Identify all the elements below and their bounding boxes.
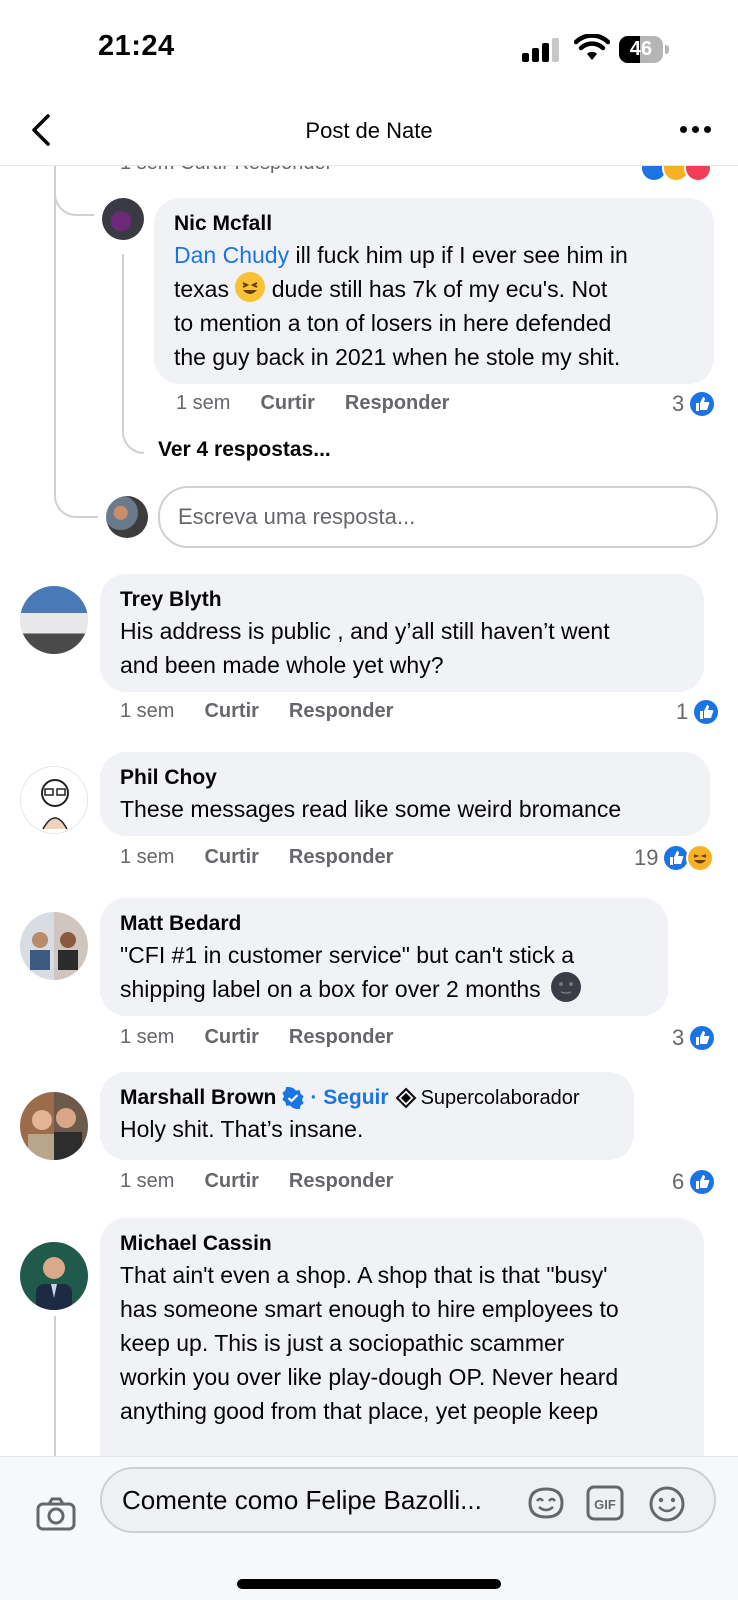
comment-bubble: Marshall Brown · Seguir Supercolaborador…	[100, 1072, 634, 1160]
top-fan-badge: Supercolaborador	[394, 1084, 580, 1112]
reply-button[interactable]: Responder	[289, 846, 393, 869]
thread-line	[54, 166, 98, 518]
like-button[interactable]: Curtir	[204, 1170, 258, 1193]
like-icon	[692, 698, 721, 726]
reaction-summary[interactable]: 1	[676, 698, 721, 726]
status-time: 21:24	[98, 30, 175, 62]
like-button[interactable]: Curtir	[204, 846, 258, 869]
reaction-summary[interactable]: 6	[672, 1168, 717, 1196]
gif-button[interactable]: GIF	[586, 1485, 624, 1526]
reaction-count: 1	[676, 699, 689, 724]
battery-level: 46	[629, 38, 653, 60]
comment-author[interactable]: Trey Blyth	[120, 586, 684, 614]
reaction-summary[interactable]: 19	[634, 844, 715, 872]
comment-text: That ain't even a shop. A shop that is t…	[120, 1262, 619, 1424]
comment-text: Dan Chudy ill fuck him up if I ever see …	[174, 242, 628, 370]
avatar-sticker-icon	[528, 1487, 564, 1519]
avatar[interactable]	[20, 912, 88, 980]
comments-feed[interactable]: 1 sem Curtir Responder Nic Mcfall Dan Ch…	[0, 166, 738, 1456]
comment-input[interactable]: Comente como Felipe Bazolli... GIF	[100, 1467, 716, 1533]
emoji-button[interactable]	[648, 1485, 686, 1528]
camera-icon	[36, 1497, 76, 1531]
new-moon-face-emoji-icon	[551, 972, 582, 1002]
home-indicator	[237, 1579, 501, 1589]
reply-input[interactable]: Escreva uma resposta...	[158, 486, 718, 548]
reply-button[interactable]: Responder	[289, 1170, 393, 1193]
comment-text: His address is public , and y’all still …	[120, 618, 610, 678]
reaction-count: 3	[672, 391, 685, 416]
thread-line	[54, 1316, 56, 1456]
partial-reactions	[640, 166, 720, 182]
comment-author[interactable]: Phil Choy	[120, 764, 690, 792]
avatar[interactable]	[20, 1092, 88, 1160]
comment-author[interactable]: Matt Bedard	[120, 910, 648, 938]
comment-composer: Comente como Felipe Bazolli... GIF	[0, 1456, 738, 1600]
avatar[interactable]	[20, 766, 88, 834]
comment-text: These messages read like some weird brom…	[120, 796, 622, 822]
like-button[interactable]: Curtir	[204, 700, 258, 723]
comment-time: 1 sem	[120, 1026, 175, 1048]
follow-button[interactable]: · Seguir	[310, 1084, 388, 1112]
like-icon	[688, 1168, 717, 1196]
reaction-summary[interactable]: 3	[672, 390, 717, 418]
more-options-button[interactable]	[678, 126, 714, 136]
like-button[interactable]: Curtir	[260, 392, 314, 415]
reaction-count: 6	[672, 1169, 685, 1194]
comment-time: 1 sem	[120, 700, 175, 722]
thread-line	[122, 254, 144, 454]
comment-text: "CFI #1 in customer service" but can't s…	[120, 938, 648, 1006]
reply-button[interactable]: Responder	[345, 392, 449, 415]
comment-author[interactable]: Nic Mcfall	[174, 210, 694, 238]
comment-bubble: Trey Blyth His address is public , and y…	[100, 574, 704, 692]
gif-icon: GIF	[586, 1485, 624, 1521]
mention-link[interactable]: Dan Chudy	[174, 242, 289, 268]
comment-time: 1 sem	[176, 392, 231, 414]
haha-icon	[686, 844, 715, 872]
avatar[interactable]	[20, 1242, 88, 1310]
comment-time: 1 sem	[120, 846, 175, 868]
comment-bubble: Michael Cassin That ain't even a shop. A…	[100, 1218, 704, 1456]
avatar	[106, 496, 148, 538]
reply-bubble: Nic Mcfall Dan Chudy ill fuck him up if …	[154, 198, 714, 384]
comment-text: Holy shit. That’s insane.	[120, 1116, 364, 1142]
status-bar: 21:24 46	[0, 0, 738, 100]
comment-placeholder: Comente como Felipe Bazolli...	[122, 1485, 482, 1515]
reply-button[interactable]: Responder	[289, 700, 393, 723]
avatar[interactable]	[20, 586, 88, 654]
reply-button[interactable]: Responder	[289, 1026, 393, 1049]
reaction-summary[interactable]: 3	[672, 1024, 717, 1052]
reaction-count: 3	[672, 1025, 685, 1050]
comment-meta: 1 sem Curtir Responder	[120, 846, 393, 869]
like-button[interactable]: Curtir	[204, 1026, 258, 1049]
comment-bubble: Phil Choy These messages read like some …	[100, 752, 710, 836]
reaction-count: 19	[634, 845, 659, 870]
comment-author[interactable]: Marshall Brown	[120, 1084, 276, 1112]
comment-bubble: Matt Bedard "CFI #1 in customer service"…	[100, 898, 668, 1016]
comment-meta: 1 sem Curtir Responder	[120, 1026, 393, 1049]
view-replies-link[interactable]: Ver 4 respostas...	[158, 438, 331, 462]
comment-author-row: Marshall Brown · Seguir Supercolaborador	[120, 1084, 614, 1112]
comment-meta: 1 sem Curtir Responder	[176, 392, 449, 415]
verified-icon	[282, 1087, 304, 1109]
comment-meta: 1 sem Curtir Responder	[120, 1170, 393, 1193]
battery-icon: 46	[619, 36, 669, 63]
avatar[interactable]	[102, 198, 144, 240]
supercollaborator-icon	[395, 1087, 416, 1109]
emoji-icon	[649, 1486, 685, 1522]
svg-text:GIF: GIF	[594, 1497, 616, 1512]
signal-icon	[522, 38, 562, 62]
partial-comment-meta: 1 sem Curtir Responder	[120, 166, 332, 175]
like-icon	[688, 390, 717, 418]
like-icon	[688, 1024, 717, 1052]
camera-button[interactable]	[36, 1497, 76, 1536]
page-title: Post de Nate	[305, 118, 433, 143]
comment-meta: 1 sem Curtir Responder	[120, 700, 393, 723]
comment-time: 1 sem	[120, 1170, 175, 1192]
laughing-emoji-icon	[235, 272, 266, 302]
comment-author[interactable]: Michael Cassin	[120, 1230, 684, 1258]
wifi-icon	[573, 33, 611, 67]
post-header: Post de Nate	[0, 100, 738, 166]
avatar-sticker-button[interactable]	[526, 1485, 566, 1526]
